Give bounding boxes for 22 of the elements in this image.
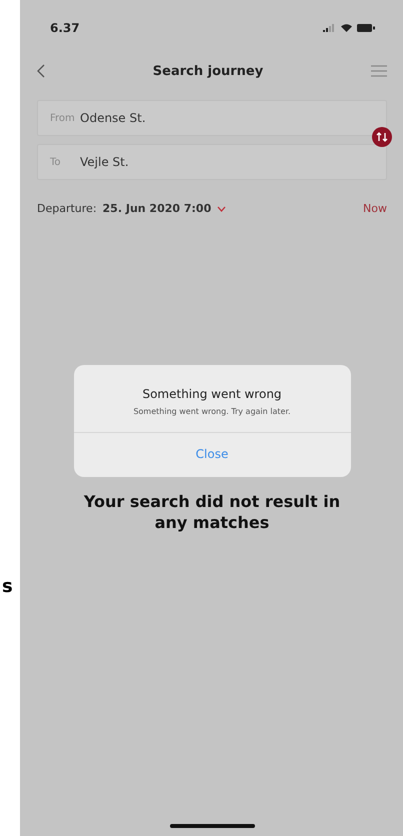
departure-time[interactable]: 25. Jun 2020 7:00 [102, 202, 212, 215]
station-field[interactable]: From Odense St. [37, 100, 387, 136]
signal-icon [323, 24, 336, 32]
field-label: From [50, 112, 72, 124]
screen-title: Search journey [152, 64, 264, 78]
wifi-icon [341, 24, 352, 32]
field-value: Vejle St. [80, 155, 129, 169]
status-time: 6.37 [50, 21, 80, 35]
dialog-message: Something went wrong. Try again later. [133, 407, 291, 416]
dialog-title: Something went wrong [142, 387, 282, 401]
chevron-down-icon[interactable] [217, 206, 226, 212]
back-icon[interactable] [37, 64, 45, 78]
cut-off-text: s [2, 576, 14, 597]
now-link[interactable]: Now [363, 202, 387, 215]
station-field[interactable]: To Vejle St. [37, 144, 387, 180]
battery-icon [357, 24, 375, 32]
field-label: To [50, 156, 62, 168]
filter-icon[interactable] [370, 64, 387, 78]
empty-message: Your search did not result in any matches [82, 491, 342, 533]
swap-icon[interactable] [372, 127, 392, 147]
field-value: Odense St. [80, 111, 146, 125]
departure-label: Departure: [37, 202, 97, 215]
